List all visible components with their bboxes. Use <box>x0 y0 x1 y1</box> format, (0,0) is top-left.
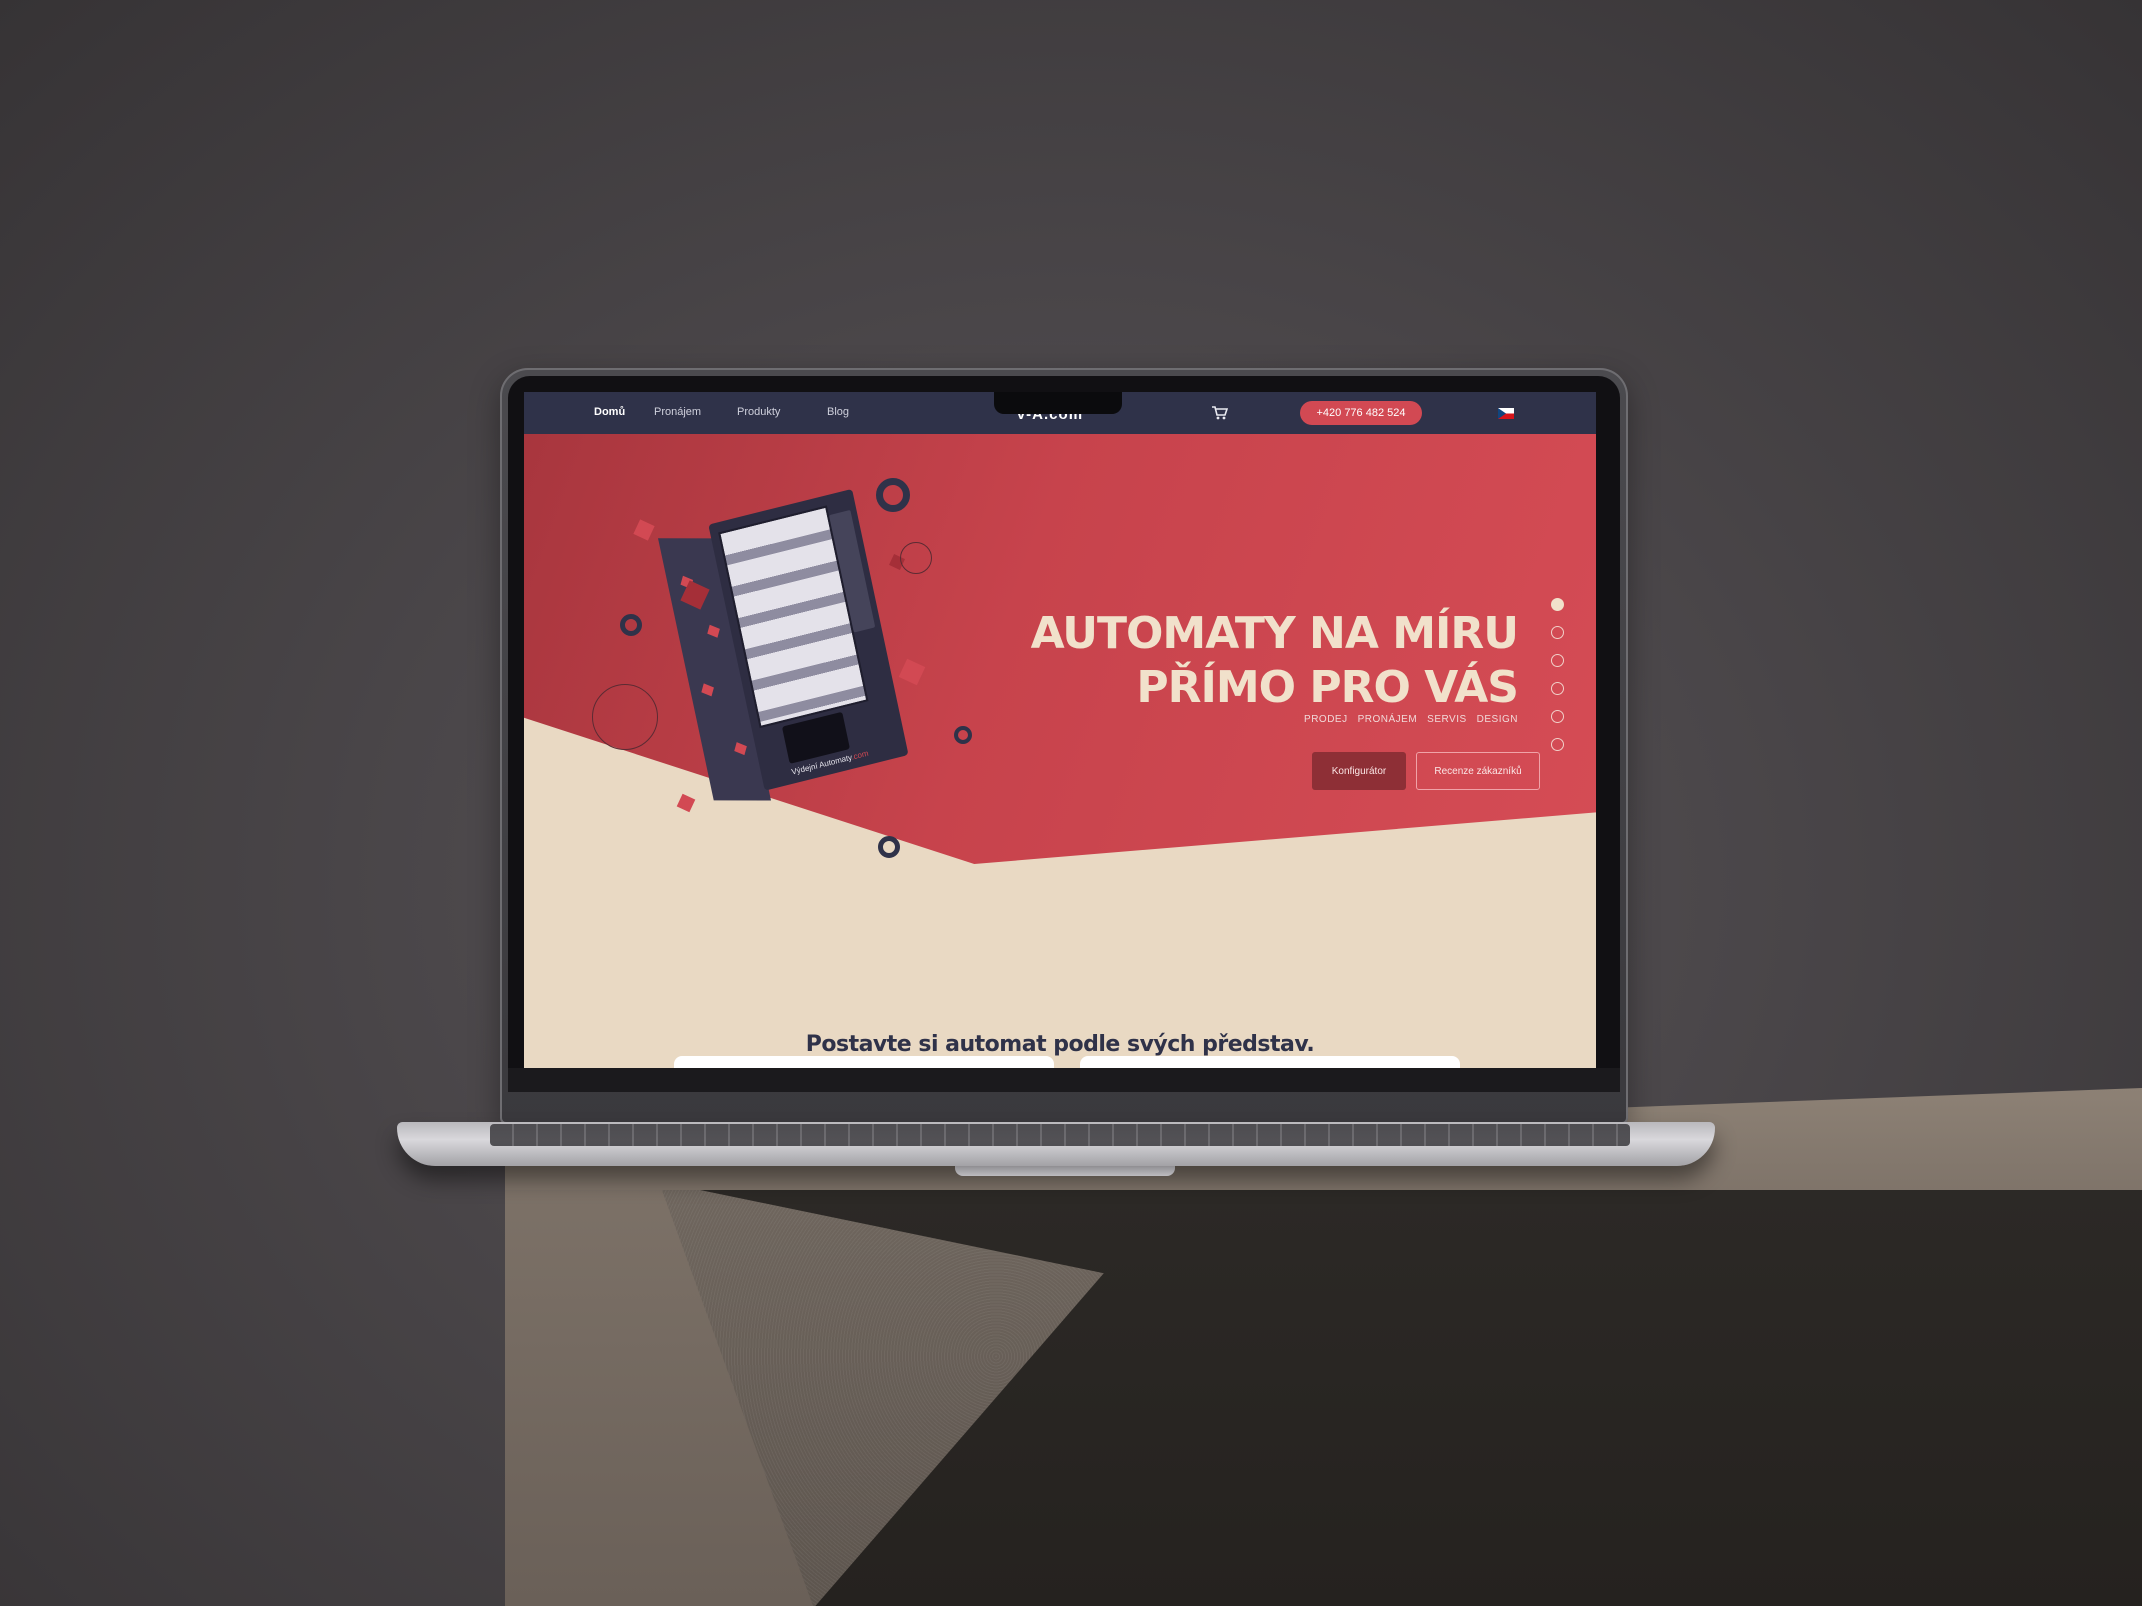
floating-ring <box>620 614 642 636</box>
pattern-square <box>707 624 720 638</box>
slider-dots <box>1551 598 1567 758</box>
laptop-lower-bezel <box>508 1068 1620 1092</box>
floating-thin-ring <box>592 684 658 750</box>
hero-headline: AUTOMATY NA MÍRU PŘÍMO PRO VÁS <box>1030 607 1519 715</box>
card-peek-right <box>1080 1056 1460 1068</box>
floating-ring <box>954 726 972 744</box>
floating-thin-ring <box>900 542 932 574</box>
floating-ring <box>878 836 900 858</box>
slider-dot-4[interactable] <box>1551 682 1564 695</box>
configurator-button[interactable]: Konfigurátor <box>1312 752 1406 790</box>
laptop-screen: Domů Pronájem Produkty Blog V-A.com +420… <box>524 392 1596 1068</box>
nav-item-blog[interactable]: Blog <box>827 406 849 418</box>
tag-prodej: PRODEJ <box>1304 714 1348 725</box>
phone-button[interactable]: +420 776 482 524 <box>1300 401 1422 425</box>
nav-item-pronajem[interactable]: Pronájem <box>654 406 701 418</box>
floating-ring <box>876 478 910 512</box>
nav-item-domu[interactable]: Domů <box>594 406 625 418</box>
camera-notch <box>994 392 1122 414</box>
headline-line-2: PŘÍMO PRO VÁS <box>1136 662 1519 714</box>
hero-section: Výdejní Automaty.com AUTOMATY NA MÍRU PŘ… <box>524 434 1596 1068</box>
customer-reviews-button[interactable]: Recenze zákazníků <box>1416 752 1540 790</box>
slider-dot-6[interactable] <box>1551 738 1564 751</box>
pattern-square <box>734 742 747 756</box>
tag-pronajem: PRONÁJEM <box>1357 714 1418 725</box>
tag-design: DESIGN <box>1476 714 1518 725</box>
hero-tagline: PRODEJ PRONÁJEM SERVIS DESIGN <box>1294 714 1518 725</box>
slider-dot-1[interactable] <box>1551 598 1564 611</box>
floating-cube <box>676 793 696 813</box>
laptop-keyboard <box>490 1124 1630 1146</box>
laptop-front-notch <box>955 1166 1175 1176</box>
pattern-square <box>701 683 714 697</box>
cart-icon[interactable] <box>1212 406 1228 420</box>
slider-dot-5[interactable] <box>1551 710 1564 723</box>
headline-line-1: AUTOMATY NA MÍRU <box>1030 608 1519 660</box>
nav-item-produkty[interactable]: Produkty <box>737 406 780 418</box>
czech-flag-icon[interactable] <box>1498 408 1514 419</box>
slider-dot-3[interactable] <box>1551 654 1564 667</box>
card-peek-left <box>674 1056 1054 1068</box>
vending-brand-suffix: .com <box>850 748 870 762</box>
configurator-section-heading: Postavte si automat podle svých představ… <box>805 1032 1315 1058</box>
tag-servis: SERVIS <box>1427 714 1467 725</box>
slider-dot-2[interactable] <box>1551 626 1564 639</box>
